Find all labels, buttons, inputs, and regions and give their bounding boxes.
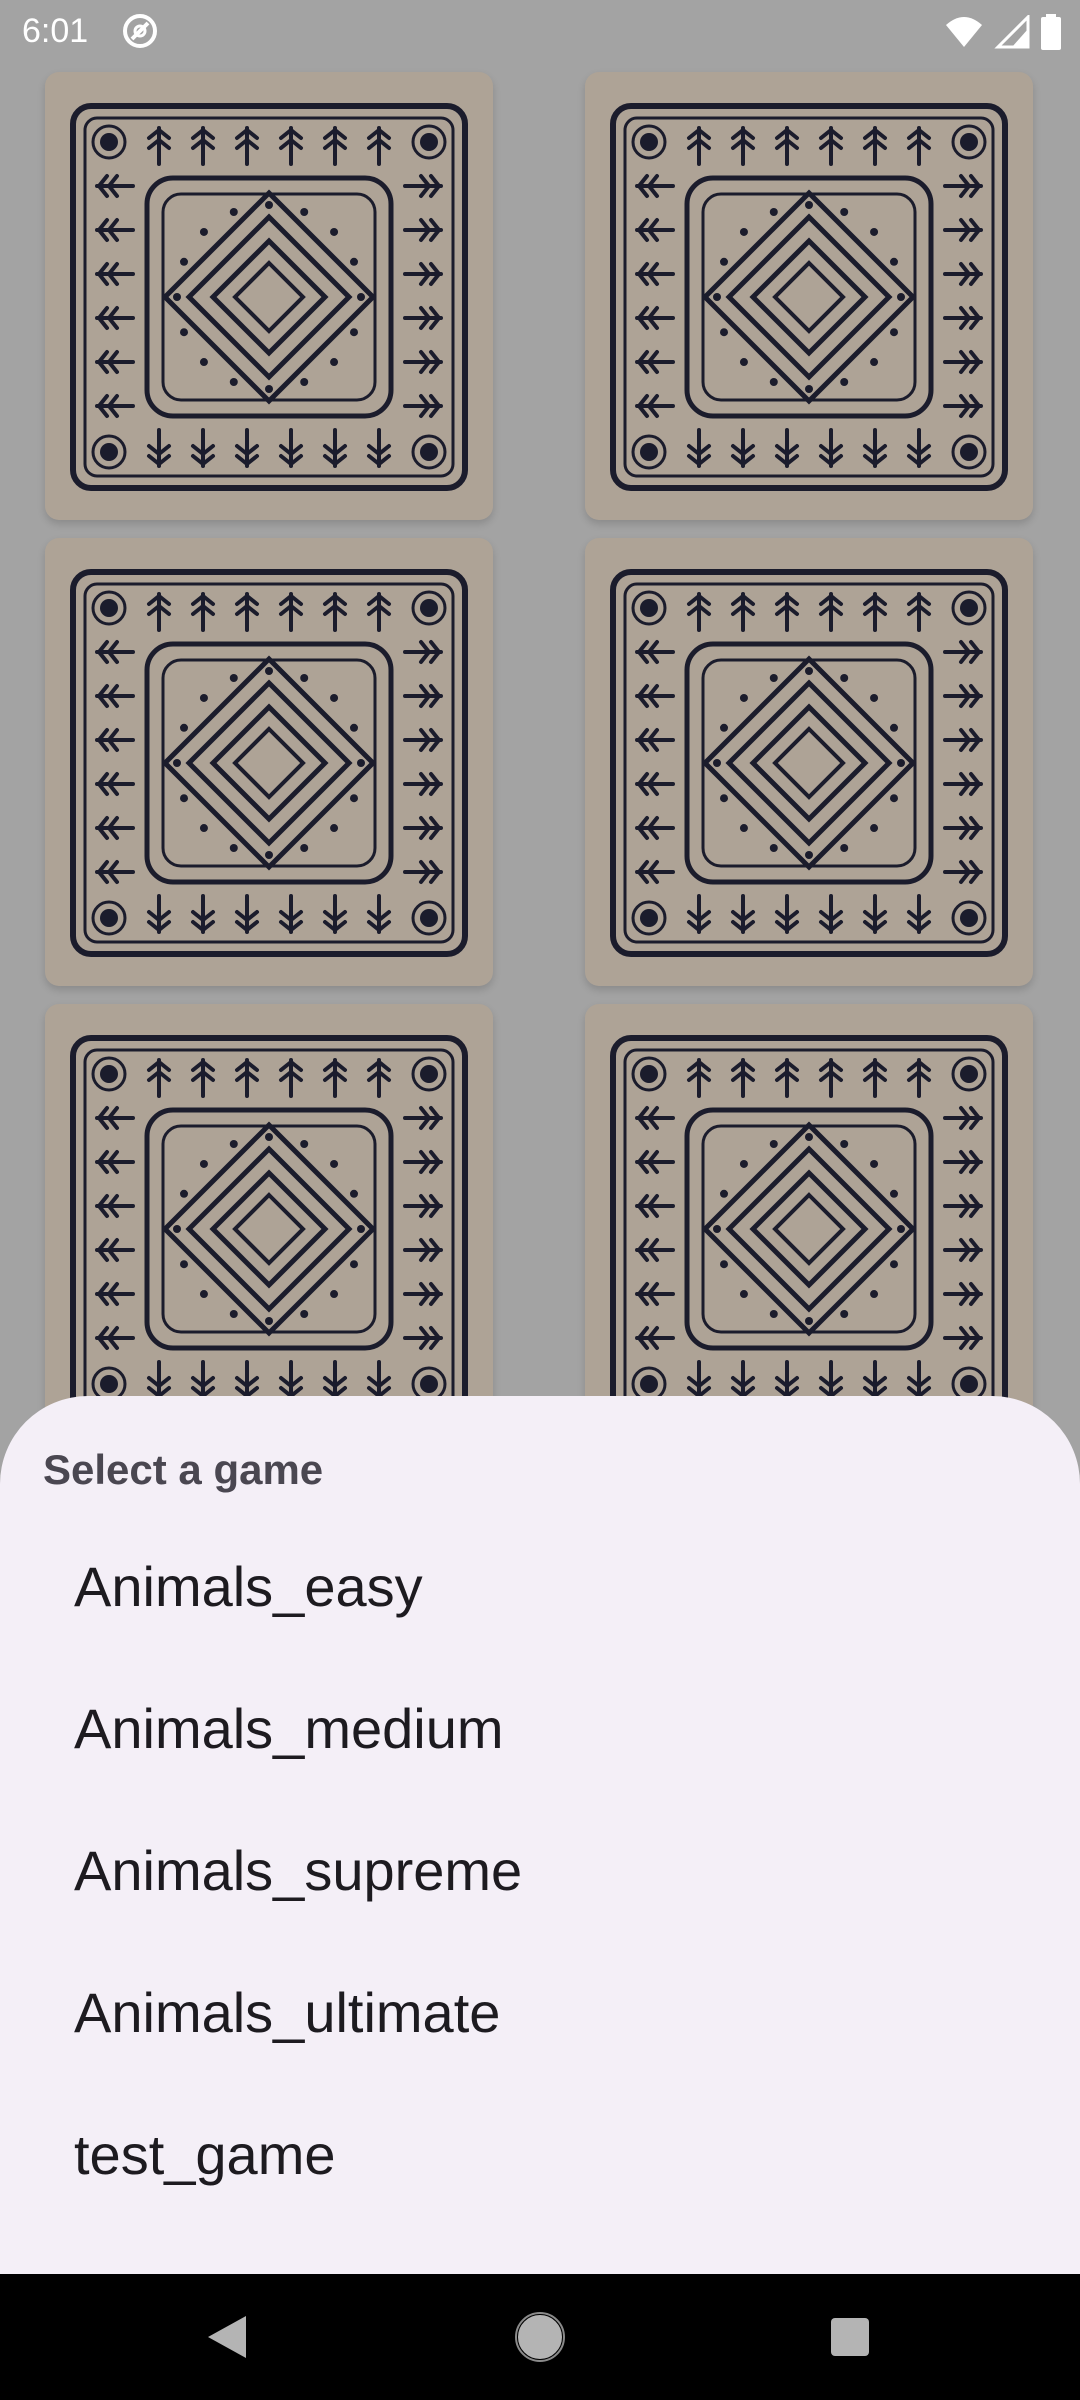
card-back-pattern <box>610 1035 1008 1423</box>
game-card[interactable] <box>585 538 1033 986</box>
status-bar: 6:01 <box>0 0 1080 62</box>
game-option-label: Animals_easy <box>74 1555 423 1618</box>
game-card[interactable] <box>45 72 493 520</box>
sheet-title: Select a game <box>43 1446 324 1493</box>
card-back-pattern <box>70 1035 468 1423</box>
card-back-pattern <box>610 103 1008 491</box>
game-option-test-game[interactable]: test_game <box>0 2084 1080 2224</box>
game-card[interactable] <box>45 538 493 986</box>
game-option-label: Animals_supreme <box>74 1839 523 1902</box>
game-option-animals-supreme[interactable]: Animals_supreme <box>0 1800 1080 1940</box>
navigation-bar <box>0 2274 1080 2400</box>
recents-icon[interactable] <box>815 2302 885 2372</box>
status-time: 6:01 <box>22 12 89 50</box>
status-icons <box>944 12 1062 52</box>
card-back-pattern <box>70 103 468 491</box>
card-back-pattern <box>610 569 1008 957</box>
game-option-animals-ultimate[interactable]: Animals_ultimate <box>0 1942 1080 2082</box>
game-option-label: test_game <box>74 2123 336 2186</box>
at-sign-icon <box>123 14 157 48</box>
game-option-label: Animals_medium <box>74 1697 504 1760</box>
home-icon[interactable] <box>505 2302 575 2372</box>
signal-icon <box>994 15 1030 49</box>
game-card[interactable] <box>585 72 1033 520</box>
screen: 6:01 Select a game Animals_easy Animals_… <box>0 0 1080 2400</box>
game-option-animals-easy[interactable]: Animals_easy <box>0 1516 1080 1656</box>
back-icon[interactable] <box>190 2302 260 2372</box>
battery-icon <box>1041 14 1061 50</box>
game-option-label: Animals_ultimate <box>74 1981 501 2044</box>
game-card[interactable] <box>45 1004 493 1452</box>
game-card[interactable] <box>585 1004 1033 1452</box>
select-game-sheet: Select a game Animals_easy Animals_mediu… <box>0 1396 1080 2274</box>
card-back-pattern <box>70 569 468 957</box>
wifi-icon <box>946 17 982 47</box>
game-option-animals-medium[interactable]: Animals_medium <box>0 1658 1080 1798</box>
